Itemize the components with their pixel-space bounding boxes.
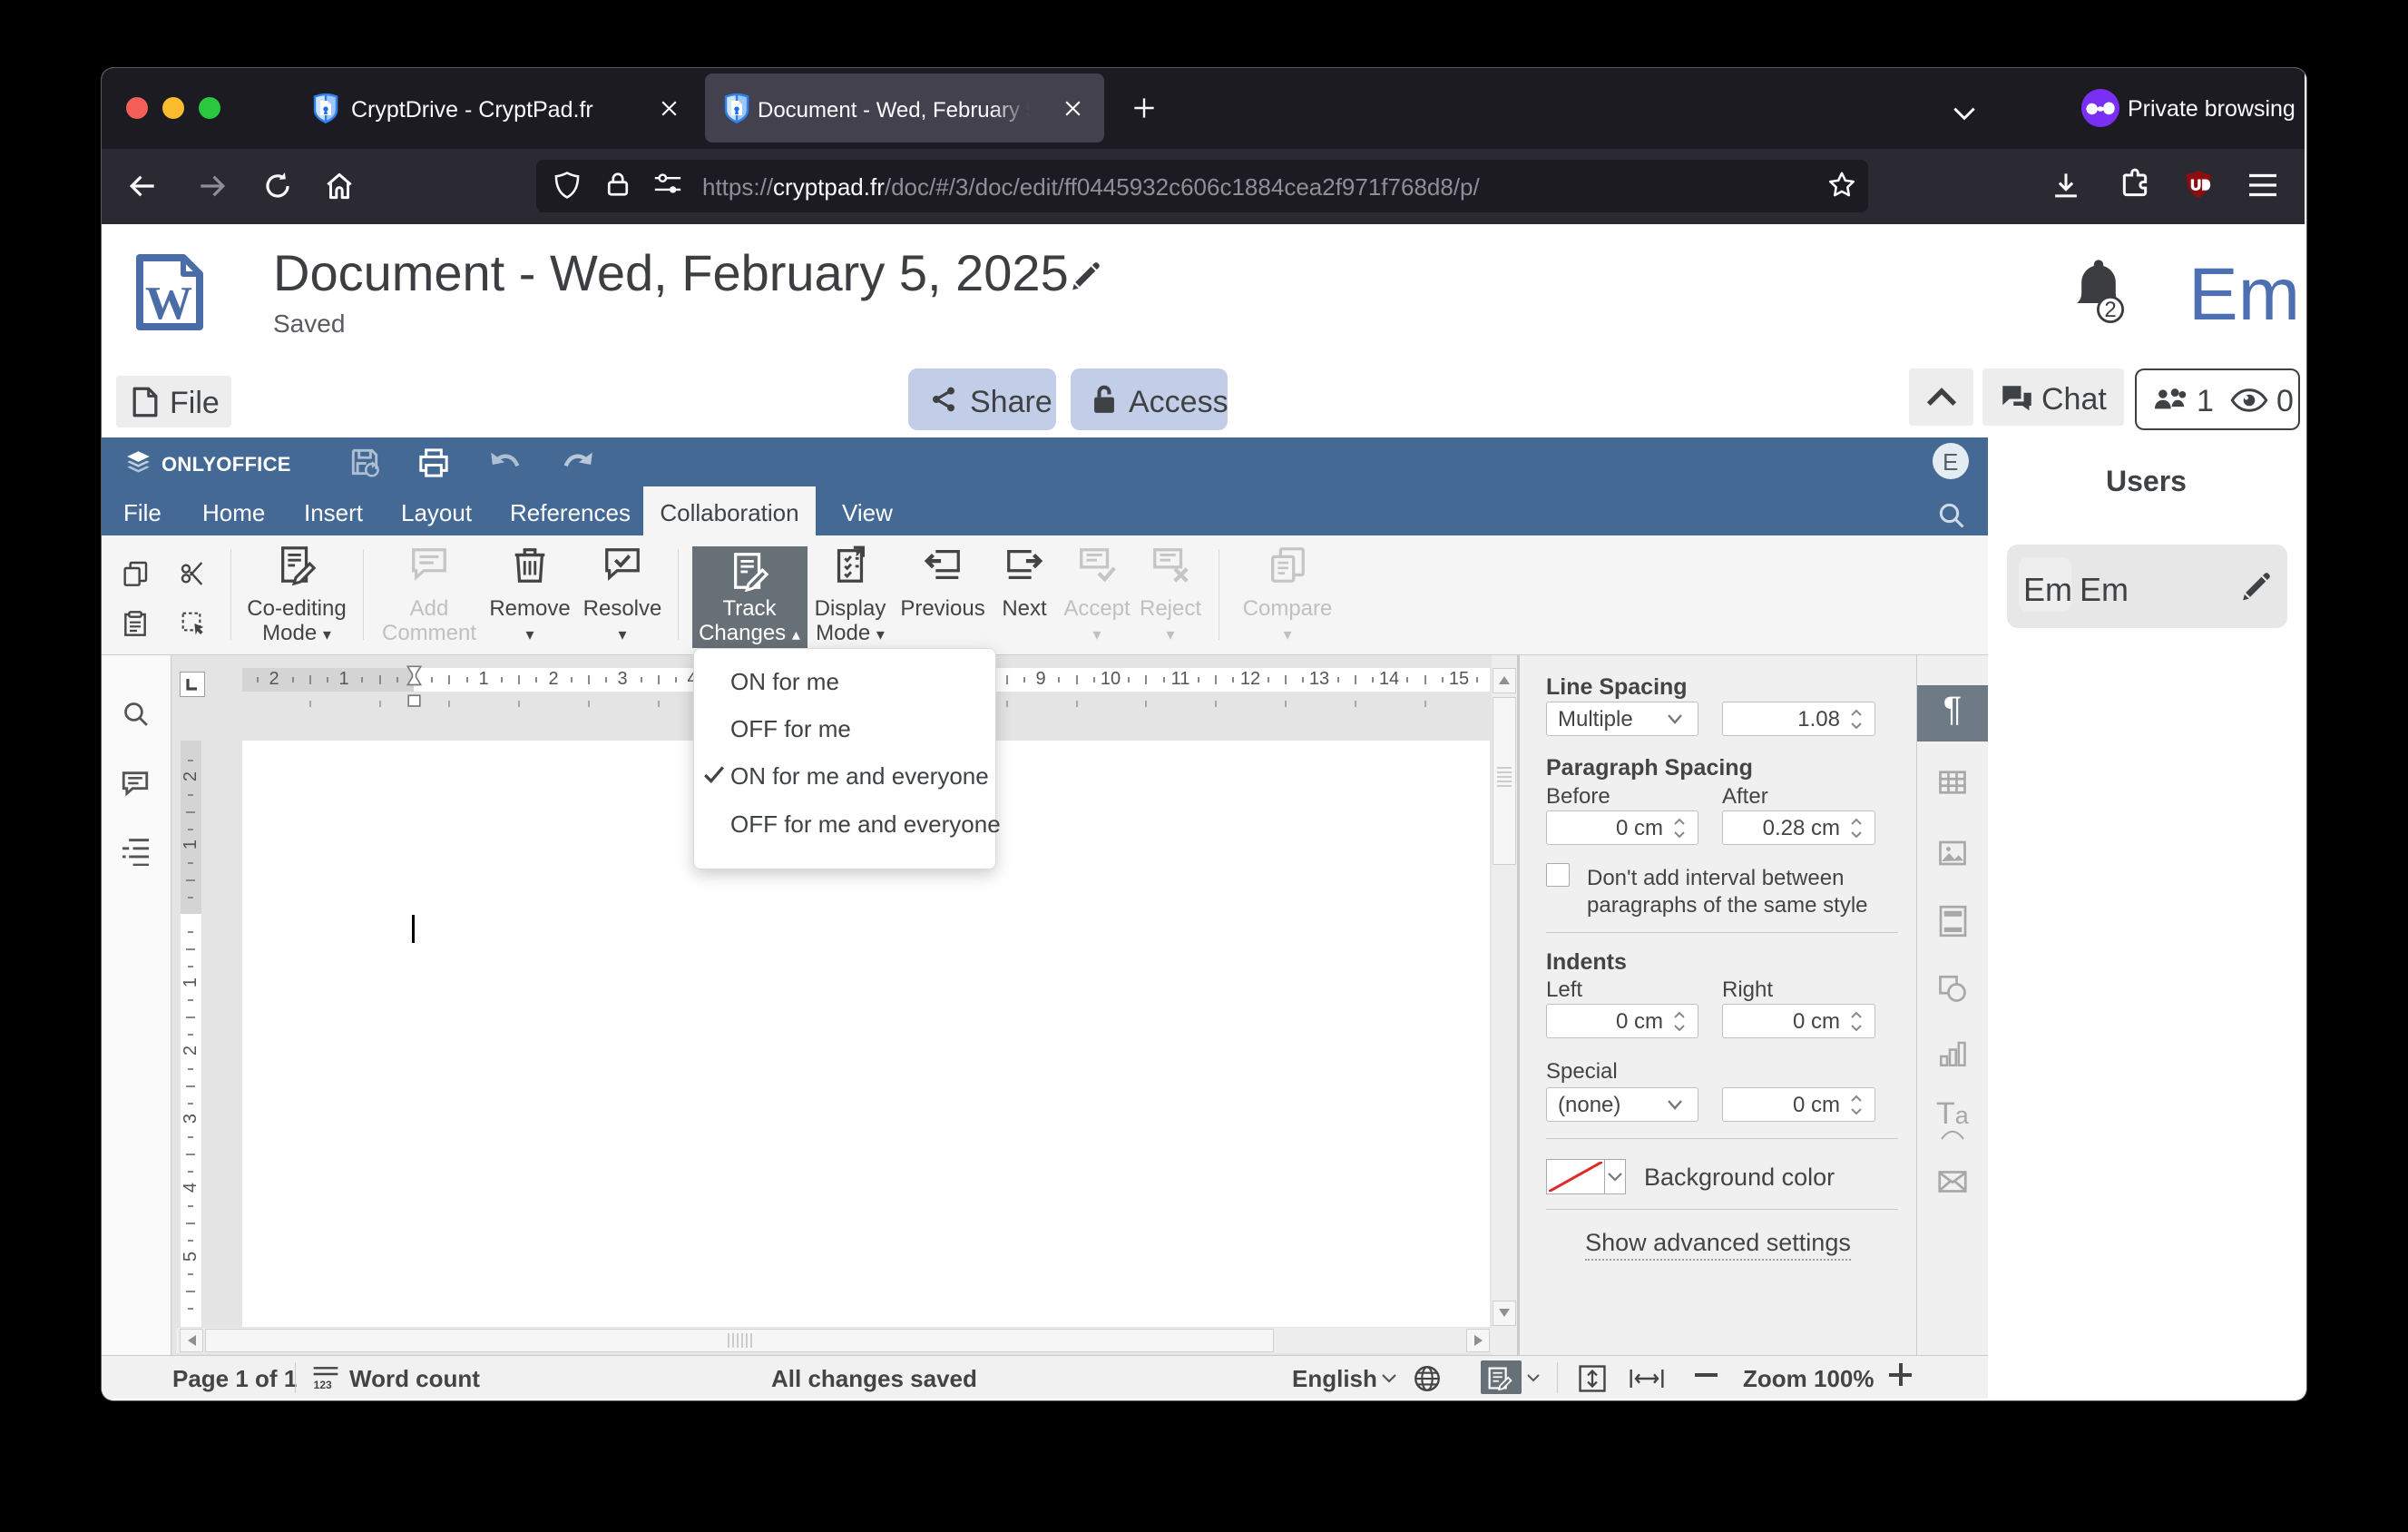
- svg-text:123: 123: [314, 1379, 332, 1391]
- svg-text:2: 2: [2104, 298, 2116, 322]
- svg-text:W: W: [145, 278, 192, 329]
